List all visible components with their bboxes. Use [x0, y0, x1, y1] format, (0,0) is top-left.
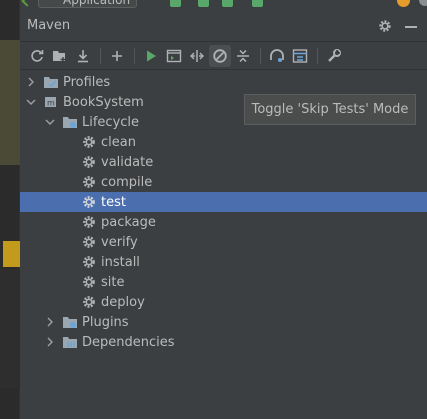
chevron-right-icon[interactable] [44, 316, 56, 328]
chevron-right-icon[interactable] [25, 76, 37, 88]
generate-sources-icon[interactable] [49, 45, 71, 67]
gear-icon [81, 274, 97, 290]
show-dependencies-icon[interactable] [289, 45, 311, 67]
tree-label: clean [101, 134, 136, 150]
tree-label: verify [101, 234, 138, 250]
lifecycle-folder-icon [62, 114, 78, 130]
profiles-folder-icon [43, 74, 59, 90]
reload-all-icon[interactable] [26, 45, 48, 67]
minimize-icon[interactable] [405, 26, 417, 28]
coverage-icon[interactable] [222, 0, 233, 7]
editor-gutter [0, 0, 20, 419]
tree-label: validate [101, 154, 154, 170]
maven-header: Maven [20, 9, 427, 42]
chevron-down-icon[interactable] [25, 96, 37, 108]
back-arrow-icon[interactable] [21, 0, 33, 7]
dependencies-icon [62, 334, 78, 350]
toggle-offline-icon[interactable] [186, 45, 208, 67]
chevron-right-icon[interactable] [44, 336, 56, 348]
tree-label: site [101, 274, 125, 290]
download-icon[interactable] [72, 45, 94, 67]
tree-label: Plugins [82, 314, 129, 330]
notification-icon[interactable] [397, 0, 410, 7]
gear-icon [81, 174, 97, 190]
tree-node-profiles[interactable]: Profiles [20, 72, 427, 92]
tree-node-goal[interactable]: validate [20, 152, 427, 172]
tree-label: Lifecycle [82, 114, 140, 130]
maven-toolbar [20, 42, 427, 70]
gear-icon [81, 154, 97, 170]
tree-label: BookSystem [63, 94, 144, 110]
ide-main-toolbar: Application [20, 0, 427, 9]
panel-title: Maven [27, 17, 71, 33]
tree-node-goal[interactable]: verify [20, 232, 427, 252]
skip-tests-icon[interactable] [209, 44, 231, 67]
run-config-dropdown[interactable]: Application [38, 0, 138, 8]
tree-node-goal-selected[interactable]: test [20, 192, 427, 212]
editor-marker [3, 241, 20, 267]
add-icon[interactable] [106, 45, 128, 67]
toolbar-separator [260, 47, 261, 64]
gear-icon [81, 294, 97, 310]
gear-icon [81, 254, 97, 270]
tree-label: test [101, 194, 126, 210]
maven-tool-window: Maven Profiles m BookSystem Lifecycle cl… [20, 9, 427, 419]
maven-project-icon: m [43, 94, 59, 110]
editor-highlight [0, 40, 20, 165]
plugins-folder-icon [62, 314, 78, 330]
gear-icon [81, 134, 97, 150]
run-icon[interactable] [170, 0, 181, 7]
tree-node-goal[interactable]: clean [20, 132, 427, 152]
tree-node-goal[interactable]: package [20, 212, 427, 232]
tree-node-goal[interactable]: compile [20, 172, 427, 192]
svg-text:m: m [47, 99, 55, 108]
tree-node-dependencies[interactable]: Dependencies [20, 332, 427, 352]
chevron-down-icon[interactable] [44, 116, 56, 128]
tree-node-plugins[interactable]: Plugins [20, 312, 427, 332]
tree-node-goal[interactable]: install [20, 252, 427, 272]
tree-label: package [101, 214, 156, 230]
execute-goal-icon[interactable] [163, 45, 185, 67]
gear-icon [81, 194, 97, 210]
tree-label: deploy [101, 294, 145, 310]
toolbar-separator [100, 47, 101, 64]
settings-wrench-icon[interactable] [323, 45, 345, 67]
tree-node-goal[interactable]: deploy [20, 292, 427, 312]
tree-label: compile [101, 174, 153, 190]
tree-label: Dependencies [82, 334, 175, 350]
gear-icon [81, 214, 97, 230]
editor-area [0, 270, 20, 388]
run-icon[interactable] [140, 45, 162, 67]
tooltip: Toggle 'Skip Tests' Mode [244, 94, 416, 125]
toolbar-separator [317, 47, 318, 64]
toolbar-separator [134, 47, 135, 64]
gear-icon [81, 234, 97, 250]
gear-icon[interactable] [378, 19, 392, 37]
tree-label: install [101, 254, 140, 270]
avatar[interactable] [419, 0, 427, 6]
collapse-icon[interactable] [232, 45, 254, 67]
tree-node-goal[interactable]: site [20, 272, 427, 292]
tree-label: Profiles [63, 74, 111, 90]
profile-icon[interactable] [252, 0, 263, 7]
debug-icon[interactable] [198, 0, 209, 7]
analyze-dependencies-icon[interactable] [266, 45, 288, 67]
